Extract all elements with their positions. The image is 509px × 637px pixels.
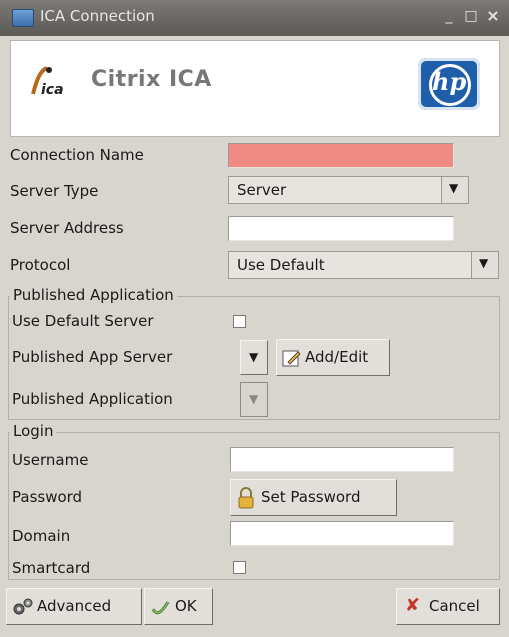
cancel-button[interactable]: ✘ Cancel	[396, 588, 500, 625]
domain-label: Domain	[12, 527, 71, 545]
cancel-label: Cancel	[429, 597, 480, 615]
cancel-x-icon: ✘	[405, 595, 421, 616]
use-default-server-checkbox[interactable]	[233, 315, 246, 328]
domain-input[interactable]	[230, 521, 454, 546]
connection-name-label: Connection Name	[10, 146, 144, 164]
ica-logo-icon: ica	[31, 66, 64, 98]
smartcard-label: Smartcard	[12, 559, 91, 577]
smartcard-checkbox[interactable]	[233, 561, 246, 574]
chevron-down-icon[interactable]: ▼	[441, 177, 468, 203]
set-password-label: Set Password	[261, 488, 361, 506]
server-type-label: Server Type	[10, 182, 99, 200]
published-app-server-dropdown[interactable]: ▼	[240, 340, 268, 375]
server-address-input[interactable]	[228, 216, 454, 241]
published-app-server-label: Published App Server	[12, 348, 173, 366]
ok-label: OK	[175, 597, 197, 615]
server-type-value: Server	[237, 181, 287, 199]
advanced-gears-icon	[13, 598, 33, 615]
chevron-down-icon[interactable]: ▼	[471, 252, 498, 278]
maximize-icon[interactable]: □	[463, 8, 479, 24]
chevron-down-icon: ▼	[249, 392, 259, 406]
advanced-button[interactable]: Advanced	[6, 588, 142, 625]
lock-icon	[238, 487, 254, 509]
login-legend: Login	[10, 422, 57, 440]
banner-title: Citrix ICA	[91, 67, 212, 92]
protocol-value: Use Default	[237, 256, 325, 274]
username-input[interactable]	[230, 447, 454, 472]
ok-check-icon	[151, 601, 170, 615]
svg-text:ica: ica	[41, 82, 64, 98]
minimize-icon[interactable]: _	[441, 8, 457, 24]
add-edit-button[interactable]: Add/Edit	[276, 339, 390, 376]
edit-pencil-icon	[282, 350, 301, 367]
hp-logo-text: hp	[432, 67, 467, 96]
server-address-label: Server Address	[10, 219, 124, 237]
hp-logo-icon: hp	[418, 58, 480, 110]
banner: ica Citrix ICA hp	[10, 40, 500, 137]
add-edit-label: Add/Edit	[305, 348, 369, 366]
password-label: Password	[12, 488, 83, 506]
chevron-down-icon: ▼	[249, 350, 259, 364]
published-application-legend: Published Application	[10, 286, 177, 304]
published-application-dropdown[interactable]: ▼	[240, 382, 268, 417]
use-default-server-label: Use Default Server	[12, 312, 154, 330]
published-application-label: Published Application	[12, 390, 173, 408]
window-app-icon	[12, 9, 34, 27]
protocol-select[interactable]: Use Default ▼	[228, 251, 499, 279]
window-titlebar[interactable]: ICA Connection _ □ ×	[0, 0, 509, 36]
protocol-label: Protocol	[10, 256, 71, 274]
ok-button[interactable]: OK	[144, 588, 213, 625]
advanced-label: Advanced	[37, 597, 112, 615]
set-password-button[interactable]: Set Password	[230, 479, 397, 516]
close-icon[interactable]: ×	[485, 8, 501, 24]
server-type-select[interactable]: Server ▼	[228, 176, 469, 204]
connection-name-input[interactable]	[228, 143, 454, 168]
username-label: Username	[12, 451, 89, 469]
window-title: ICA Connection	[40, 7, 155, 25]
